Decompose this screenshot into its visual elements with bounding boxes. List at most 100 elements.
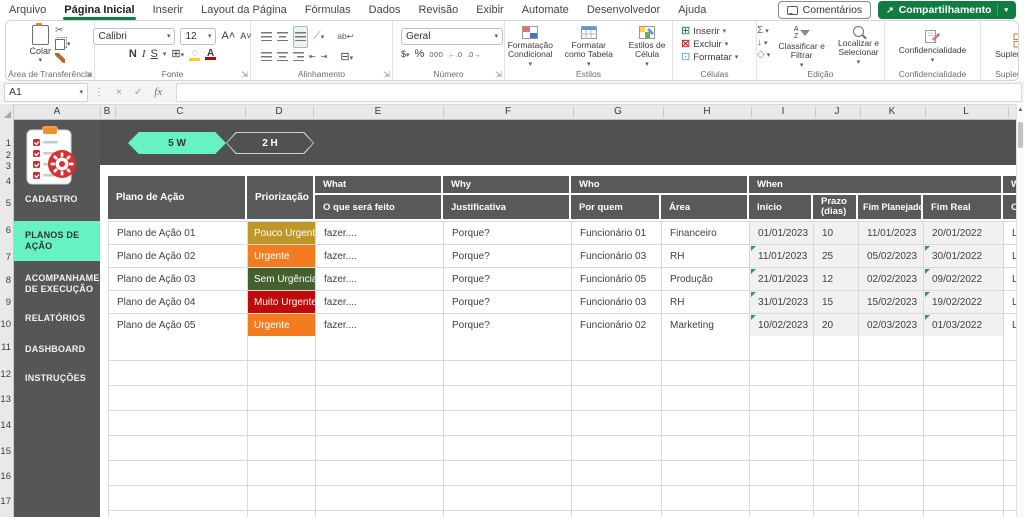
empty-cell[interactable] [248,386,316,411]
empty-cell[interactable] [444,511,572,517]
empty-cell[interactable] [109,436,248,461]
cell-fim-planejado[interactable]: 15/02/2023 [859,291,924,314]
cell-prazo[interactable]: 20 [814,314,859,337]
column-header[interactable]: I [782,106,785,117]
align-top-button[interactable] [261,32,272,41]
name-box[interactable]: A1 ▾ [4,83,88,102]
cell-prazo[interactable]: 15 [814,291,859,314]
empty-cell[interactable] [750,411,814,436]
empty-cell[interactable] [859,411,924,436]
empty-cell[interactable] [1004,461,1016,486]
empty-cell[interactable] [924,461,1004,486]
column-header[interactable]: C [176,106,183,117]
empty-cell[interactable] [662,361,750,386]
share-button[interactable]: ↗ Compartilhamento ▾ [878,1,1016,19]
empty-cell[interactable] [750,511,814,517]
underline-button[interactable]: S [151,48,158,60]
empty-cell[interactable] [444,486,572,511]
format-painter-button[interactable] [55,53,65,63]
empty-cell[interactable] [924,436,1004,461]
borders-button[interactable]: ⊞▾ [171,48,184,60]
row-header[interactable]: 1 [6,138,11,149]
dialog-launcher-icon[interactable]: ⇲ [383,71,390,79]
row-header[interactable]: 17 [0,496,11,507]
column-header[interactable]: A [54,106,61,117]
column-header[interactable]: L [963,106,969,117]
number-format-select[interactable]: Geral▾ [401,28,503,45]
cell-inicio[interactable]: 21/01/2023 [750,268,814,291]
header-por-quem[interactable]: Por quem [571,195,659,219]
empty-cell[interactable] [924,361,1004,386]
cell-who[interactable]: Funcionário 02 [572,314,662,337]
find-select-button[interactable]: Localizar e Selecionar ▾ [833,26,884,66]
cell-what[interactable]: fazer.... [316,314,444,337]
row-header[interactable]: 14 [0,420,11,431]
insert-function-icon[interactable]: fx [154,86,162,98]
percent-style-button[interactable]: % [415,48,425,60]
cell-plan[interactable]: Plano de Ação 04 [109,291,248,314]
enter-check-icon[interactable]: ✓ [134,87,142,98]
cell-plan[interactable]: Plano de Ação 05 [109,314,248,337]
row-header[interactable]: 12 [0,369,11,380]
scroll-up-icon[interactable]: ▲ [1017,107,1024,113]
cell-onde[interactable]: Loc [1004,245,1016,268]
cell-plan[interactable]: Plano de Ação 01 [109,222,248,245]
cell-what[interactable]: fazer.... [316,268,444,291]
empty-cell[interactable] [924,511,1004,517]
empty-cell[interactable] [859,461,924,486]
row-header[interactable]: 11 [1,342,11,353]
sidebar-item-relatorios[interactable]: RELATÓRIOS [14,310,100,326]
cell-plan[interactable]: Plano de Ação 03 [109,268,248,291]
column-header[interactable]: G [614,106,622,117]
empty-cell[interactable] [924,336,1004,361]
cell-area[interactable]: Produção [662,268,750,291]
empty-cell[interactable] [924,411,1004,436]
cell-why[interactable]: Porque? [444,268,572,291]
align-right-button[interactable] [293,52,304,61]
empty-cell[interactable] [248,336,316,361]
fill-button[interactable]: ↓▾ [757,38,768,48]
empty-cell[interactable] [859,486,924,511]
empty-cell[interactable] [1004,361,1016,386]
sidebar-item-acompanhamento[interactable]: ACOMPANHAMENTO DE EXECUÇÃO [14,270,98,298]
clear-button[interactable]: ◇▾ [757,50,770,60]
menu-tab-revisao[interactable]: Revisão [409,0,467,20]
sidebar-item-planos-de-acao[interactable]: PLANOS DE AÇÃO [14,221,100,261]
empty-cell[interactable] [750,361,814,386]
increase-decimal-button[interactable]: ←.0 [448,50,462,59]
cell-what[interactable]: fazer.... [316,222,444,245]
cell-onde[interactable]: Loc [1004,222,1016,245]
menu-tab-arquivo[interactable]: Arquivo [0,0,55,20]
fill-color-button[interactable]: ◌ [189,48,200,61]
empty-cell[interactable] [750,336,814,361]
row-header[interactable]: 8 [6,275,11,286]
font-name-select[interactable]: Calibri▾ [93,28,175,45]
column-header[interactable]: H [703,106,710,117]
comma-style-button[interactable]: 000 [429,50,443,59]
cell-who[interactable]: Funcionário 03 [572,291,662,314]
column-headers[interactable]: A B C D E F G H I J K L [0,104,1024,120]
empty-cell[interactable] [109,486,248,511]
format-as-table-button[interactable]: Formatar como Tabela ▾ [564,26,615,68]
empty-cell[interactable] [1004,486,1016,511]
align-middle-button[interactable] [277,32,288,41]
empty-cell[interactable] [109,361,248,386]
header-prazo-dias[interactable]: Prazo (dias) [813,195,856,219]
empty-cell[interactable] [248,411,316,436]
cell-inicio[interactable]: 31/01/2023 [750,291,814,314]
empty-cell[interactable] [750,461,814,486]
header-plano-de-acao[interactable]: Plano de Ação [108,176,245,219]
empty-cell[interactable] [662,486,750,511]
row-headers[interactable]: 1 2 3 4 5 6 7 8 9 10 11 12 13 14 15 16 1… [0,120,14,517]
cell-who[interactable]: Funcionário 03 [572,245,662,268]
orientation-button[interactable]: ⟋▾ [313,31,324,42]
empty-cell[interactable] [924,386,1004,411]
cell-fim-planejado[interactable]: 02/02/2023 [859,268,924,291]
cell-plan[interactable]: Plano de Ação 02 [109,245,248,268]
cell-styles-button[interactable]: Estilos de Célula ▾ [622,26,672,68]
menu-tab-dados[interactable]: Dados [360,0,410,20]
cell-why[interactable]: Porque? [444,291,572,314]
empty-cell[interactable] [814,411,859,436]
cell-onde[interactable]: Loc [1004,291,1016,314]
column-header[interactable]: F [505,106,511,117]
